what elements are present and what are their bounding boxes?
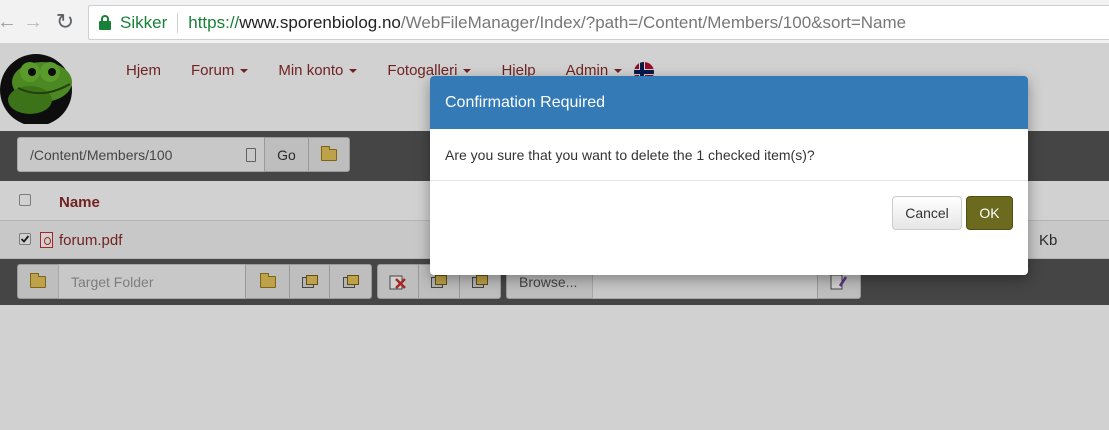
dialog-footer: Cancel OK — [430, 181, 1028, 275]
secure-label: Sikker — [120, 12, 168, 32]
dialog-message: Are you sure that you want to delete the… — [430, 129, 1028, 181]
address-bar[interactable]: Sikker https://www.sporenbiolog.no/WebFi… — [88, 5, 1109, 40]
address-separator — [177, 12, 179, 33]
arrow-right-icon[interactable]: → — [20, 9, 46, 35]
ok-button[interactable]: OK — [966, 196, 1013, 230]
url-text: https://www.sporenbiolog.no/WebFileManag… — [188, 12, 907, 32]
browser-toolbar: ← → ↻ Sikker https://www.sporenbiolog.no… — [0, 0, 1109, 44]
confirmation-dialog: Confirmation Required Are you sure that … — [430, 76, 1028, 275]
arrow-left-icon[interactable]: ← — [0, 9, 20, 35]
dialog-title: Confirmation Required — [430, 76, 1028, 129]
lock-icon — [99, 15, 111, 30]
reload-icon[interactable]: ↻ — [52, 9, 78, 35]
cancel-button[interactable]: Cancel — [892, 196, 962, 230]
